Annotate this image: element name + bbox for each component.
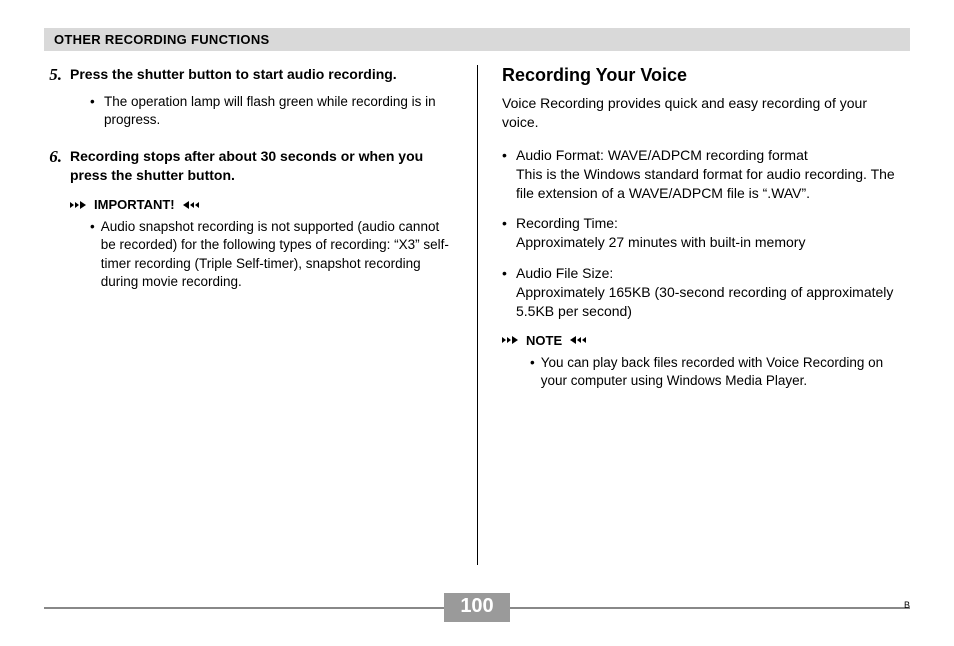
bullet-item: • The operation lamp will flash green wh… [90, 93, 453, 129]
arrow-right-icon [502, 335, 522, 345]
bullet-text: You can play back files recorded with Vo… [541, 354, 900, 390]
important-label: IMPORTANT! [94, 197, 175, 212]
footer-rule-left [44, 607, 444, 609]
section-header-text: OTHER RECORDING FUNCTIONS [54, 32, 270, 47]
bullet-dot-icon: • [502, 214, 510, 252]
spec-list: • Audio Format: WAVE/ADPCM recording for… [502, 146, 900, 321]
footer-line: 100 [44, 593, 910, 622]
spec-text: Recording Time: Approximately 27 minutes… [516, 214, 805, 252]
page-number: 100 [460, 595, 493, 617]
section-intro: Voice Recording provides quick and easy … [502, 94, 900, 132]
step-5-bullets: • The operation lamp will flash green wh… [90, 93, 453, 129]
arrow-left-icon [566, 335, 586, 345]
spec-text: Audio File Size: Approximately 165KB (30… [516, 264, 900, 321]
important-bullets: • Audio snapshot recording is not suppor… [90, 218, 453, 291]
step-number: 5 [44, 65, 62, 85]
left-column: 5 Press the shutter button to start audi… [44, 65, 477, 565]
right-column: Recording Your Voice Voice Recording pro… [477, 65, 910, 565]
corner-mark: B [904, 600, 910, 610]
step-5: 5 Press the shutter button to start audi… [44, 65, 453, 85]
note-label: NOTE [526, 333, 562, 348]
page-number-box: 100 [444, 593, 509, 622]
section-title: Recording Your Voice [502, 65, 900, 86]
step-6: 6 Recording stops after about 30 seconds… [44, 147, 453, 185]
page-footer: 100 B [44, 593, 910, 622]
note-callout: NOTE [502, 333, 900, 348]
bullet-text: The operation lamp will flash green whil… [104, 93, 453, 129]
manual-page: OTHER RECORDING FUNCTIONS 5 Press the sh… [0, 0, 954, 646]
important-callout: IMPORTANT! [70, 197, 453, 212]
bullet-text: Audio snapshot recording is not supporte… [101, 218, 453, 291]
section-header: OTHER RECORDING FUNCTIONS [44, 28, 910, 51]
spec-text: Audio Format: WAVE/ADPCM recording forma… [516, 146, 900, 203]
spec-item: • Audio File Size: Approximately 165KB (… [502, 264, 900, 321]
content-columns: 5 Press the shutter button to start audi… [44, 65, 910, 565]
bullet-dot-icon: • [530, 354, 535, 390]
bullet-dot-icon: • [90, 218, 95, 291]
bullet-dot-icon: • [502, 146, 510, 203]
step-text: Press the shutter button to start audio … [70, 65, 397, 85]
bullet-item: • You can play back files recorded with … [530, 354, 900, 390]
bullet-item: • Audio snapshot recording is not suppor… [90, 218, 453, 291]
bullet-dot-icon: • [90, 93, 98, 129]
note-bullets: • You can play back files recorded with … [530, 354, 900, 390]
step-number: 6 [44, 147, 62, 185]
spec-item: • Recording Time: Approximately 27 minut… [502, 214, 900, 252]
spec-item: • Audio Format: WAVE/ADPCM recording for… [502, 146, 900, 203]
arrow-left-icon [179, 200, 199, 210]
arrow-right-icon [70, 200, 90, 210]
step-text: Recording stops after about 30 seconds o… [70, 147, 453, 185]
footer-rule-right [510, 607, 910, 609]
bullet-dot-icon: • [502, 264, 510, 321]
